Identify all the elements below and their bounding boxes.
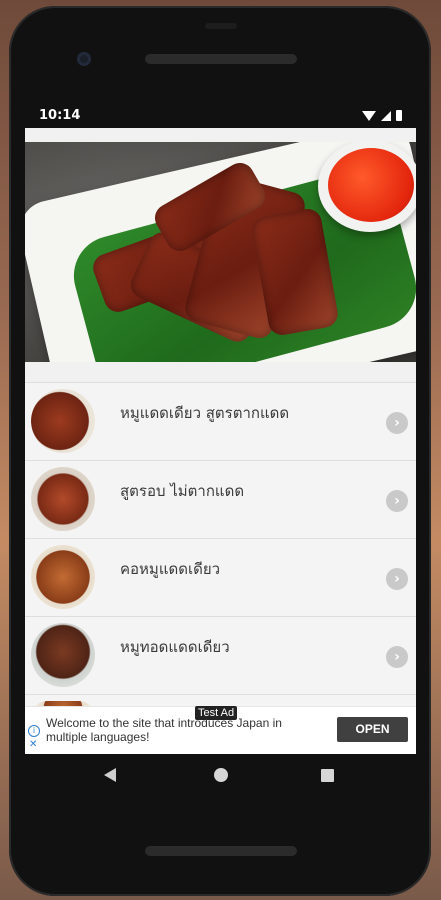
ad-close-icon[interactable]: ✕ xyxy=(29,740,37,750)
status-icons xyxy=(362,110,402,121)
speaker-slit xyxy=(205,23,237,29)
wifi-icon xyxy=(362,110,376,121)
earpiece-speaker xyxy=(145,54,297,64)
recipe-thumbnail xyxy=(31,467,95,531)
ad-banner[interactable]: Test Ad i ✕ Welcome to the site that int… xyxy=(25,706,416,754)
back-icon[interactable] xyxy=(104,768,116,782)
ad-open-button[interactable]: OPEN xyxy=(337,717,408,742)
status-time: 10:14 xyxy=(39,108,81,123)
recents-icon[interactable] xyxy=(321,769,334,782)
bottom-speaker xyxy=(145,846,297,856)
recipe-thumbnail xyxy=(31,545,95,609)
hero-image xyxy=(25,142,416,362)
list-item[interactable]: สูตรอบ ไม่ตากแดด › xyxy=(25,460,416,538)
list-item-title: หมูทอดแดดเดียว xyxy=(120,638,230,656)
recipe-thumbnail xyxy=(31,389,95,453)
ad-info-icon[interactable]: i xyxy=(28,725,40,737)
list-item[interactable]: หมูทอดแดดเดียว › xyxy=(25,616,416,694)
ad-text: Welcome to the site that introduces Japa… xyxy=(46,716,282,744)
list-item-title: คอหมูแดดเดียว xyxy=(120,560,221,578)
app-screen: หมูแดดเดียว สูตรตากแดด › สูตรอบ ไม่ตากแด… xyxy=(25,128,416,754)
chevron-right-icon[interactable]: › xyxy=(386,412,408,434)
recipe-list: หมูแดดเดียว สูตรตากแดด › สูตรอบ ไม่ตากแด… xyxy=(25,382,416,717)
chevron-right-icon[interactable]: › xyxy=(386,490,408,512)
list-item-title: หมูแดดเดียว สูตรตากแดด xyxy=(120,404,290,422)
android-nav-bar xyxy=(25,754,416,798)
list-item[interactable]: คอหมูแดดเดียว › xyxy=(25,538,416,616)
recipe-thumbnail xyxy=(31,623,95,687)
battery-icon xyxy=(396,110,402,121)
front-camera xyxy=(77,52,91,66)
sauce-cup xyxy=(318,142,416,232)
list-item[interactable]: หมูแดดเดียว สูตรตากแดด › xyxy=(25,382,416,460)
signal-icon xyxy=(381,110,391,121)
chevron-right-icon[interactable]: › xyxy=(386,646,408,668)
list-item-title: สูตรอบ ไม่ตากแดด xyxy=(120,482,245,500)
home-icon[interactable] xyxy=(214,768,228,782)
chevron-right-icon[interactable]: › xyxy=(386,568,408,590)
status-bar: 10:14 xyxy=(25,104,416,128)
chili-sauce xyxy=(328,148,414,222)
